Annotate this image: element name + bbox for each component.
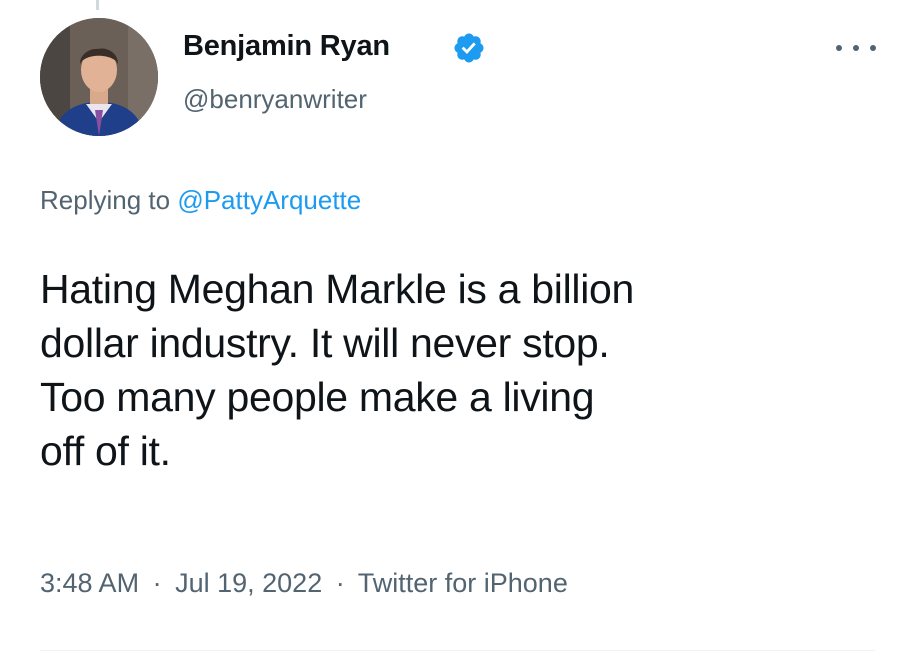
tweet-text-line: off of it.: [40, 428, 171, 474]
tweet-text-line: dollar industry. It will never stop.: [40, 320, 610, 366]
tweet-metadata: 3:48 AM · Jul 19, 2022 · Twitter for iPh…: [40, 568, 568, 599]
tweet-source[interactable]: Twitter for iPhone: [358, 568, 568, 598]
avatar[interactable]: [40, 18, 158, 136]
tweet-date[interactable]: Jul 19, 2022: [175, 568, 322, 598]
thread-connector-line: [96, 0, 99, 10]
meta-separator: ·: [152, 568, 162, 598]
tweet-text-line: Too many people make a living: [40, 374, 595, 420]
tweet-text-line: Hating Meghan Markle is a billion: [40, 266, 635, 312]
replying-to-line: Replying to @PattyArquette: [40, 185, 361, 216]
profile-photo-icon: [40, 18, 158, 136]
replying-to-label: Replying to: [40, 185, 178, 215]
author-handle[interactable]: @benryanwriter: [183, 84, 367, 115]
author-display-name[interactable]: Benjamin Ryan: [183, 30, 390, 63]
more-options-icon[interactable]: [836, 36, 876, 60]
tweet-time[interactable]: 3:48 AM: [40, 568, 139, 598]
reply-mention-link[interactable]: @PattyArquette: [177, 185, 361, 215]
divider: [40, 650, 875, 651]
verified-badge-icon: [454, 33, 484, 63]
tweet-text: Hating Meghan Markle is a billion dollar…: [40, 262, 880, 478]
more-dot: [836, 45, 842, 51]
more-dot: [853, 45, 859, 51]
meta-separator: ·: [335, 568, 345, 598]
more-dot: [870, 45, 876, 51]
